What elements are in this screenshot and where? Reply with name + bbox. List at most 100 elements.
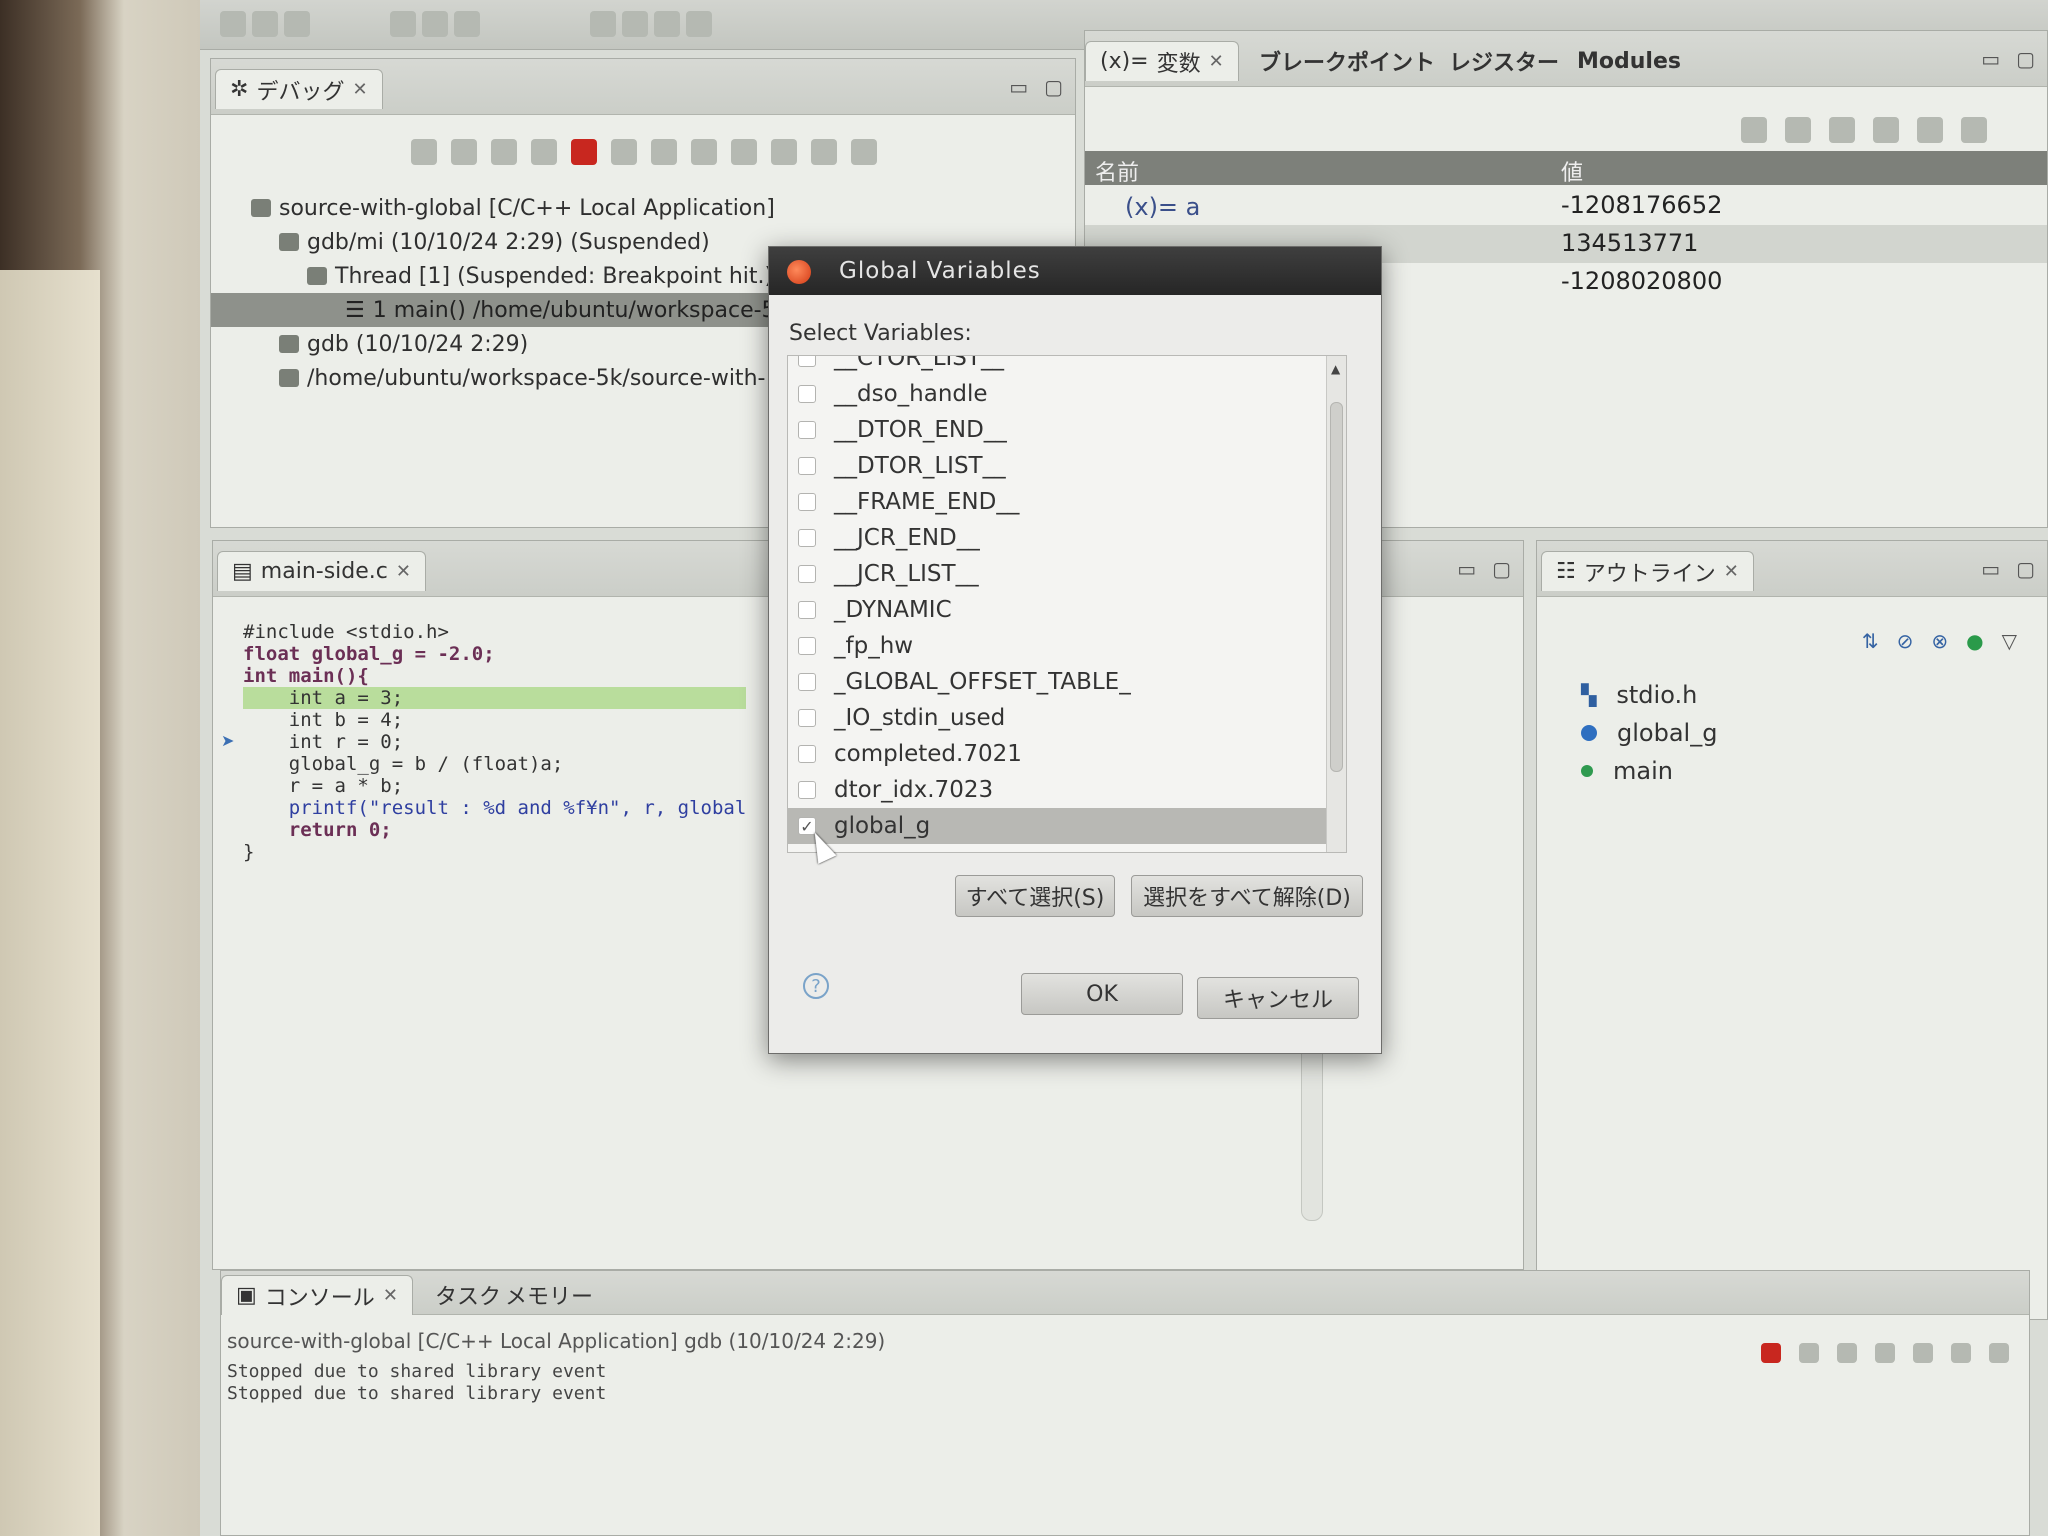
variable-row[interactable]: (x)= a -1208176652 [1085,187,2047,225]
show-logical-structure-icon[interactable] [1785,117,1811,143]
restart-icon[interactable] [451,139,477,165]
display-console-icon[interactable] [1951,1343,1971,1363]
scroll-up-icon[interactable]: ▲ [1331,362,1340,376]
suspend-icon[interactable] [531,139,557,165]
minimize-icon[interactable]: ▭ [1981,47,2000,71]
list-item[interactable]: _IO_stdin_used [788,700,1328,736]
checkbox[interactable] [798,529,816,547]
run-icon[interactable] [422,11,448,37]
column-name[interactable]: 名前 [1095,155,1139,187]
list-item[interactable]: __DTOR_LIST__ [788,448,1328,484]
annotation-icon[interactable] [686,11,712,37]
save-icon[interactable] [252,11,278,37]
step-over-icon[interactable] [691,139,717,165]
code-area[interactable]: #include <stdio.h> float global_g = -2.0;… [243,621,747,863]
checkbox[interactable] [798,673,816,691]
tab-debug[interactable]: ✲ デバッグ ✕ [215,69,383,109]
close-icon[interactable]: ✕ [396,561,411,582]
view-menu-icon[interactable]: ▽ [2002,629,2017,653]
new-icon[interactable] [220,11,246,37]
checkbox[interactable] [798,493,816,511]
step-into-icon[interactable] [651,139,677,165]
minimize-icon[interactable]: ▭ [1981,557,2000,581]
checkbox[interactable] [798,601,816,619]
remove-terminated-icon[interactable] [411,139,437,165]
close-icon[interactable]: ✕ [1724,561,1739,582]
terminate-icon[interactable] [1761,1343,1781,1363]
resume-icon[interactable] [491,139,517,165]
sort-icon[interactable]: ⇅ [1862,629,1879,653]
maximize-icon[interactable]: ▢ [1044,75,1063,99]
debug-icon[interactable] [390,11,416,37]
ok-button[interactable]: OK [1021,973,1183,1015]
minimize-icon[interactable]: ▭ [1457,557,1476,581]
checkbox[interactable] [798,565,816,583]
checkbox[interactable] [798,781,816,799]
list-item[interactable]: _fp_hw [788,628,1328,664]
list-item[interactable]: _GLOBAL_OFFSET_TABLE_ [788,664,1328,700]
checkbox[interactable] [798,385,816,403]
minimize-icon[interactable]: ▭ [1009,75,1028,99]
column-value[interactable]: 値 [1561,155,1583,187]
list-item[interactable]: _DYNAMIC [788,592,1328,628]
collapse-all-icon[interactable] [1829,117,1855,143]
variables-list[interactable]: __CTOR_LIST__ __dso_handle __DTOR_END__ … [787,355,1347,853]
hide-nonpublic-icon[interactable]: ● [1966,629,1983,653]
terminate-icon[interactable] [571,139,597,165]
remove-all-globals-icon[interactable] [1961,117,1987,143]
list-item[interactable]: __dso_handle [788,376,1328,412]
checkbox[interactable] [798,745,816,763]
list-item-selected[interactable]: ✓ global_g [788,808,1328,844]
tree-item-gdb-mi[interactable]: gdb/mi (10/10/24 2:29) (Suspended) [211,225,710,259]
scroll-thumb[interactable] [1330,402,1343,772]
close-icon[interactable]: ✕ [383,1285,398,1306]
instruction-stepping-icon[interactable] [771,139,797,165]
add-global-variables-icon[interactable] [1873,117,1899,143]
pin-console-icon[interactable] [1913,1343,1933,1363]
tab-outline[interactable]: ☷ アウトライン ✕ [1541,551,1754,591]
deselect-all-button[interactable]: 選択をすべて解除(D) [1131,875,1363,917]
pin-icon[interactable] [654,11,680,37]
list-item[interactable]: dtor_idx.7023 [788,772,1328,808]
disconnect-icon[interactable] [611,139,637,165]
open-console-icon[interactable] [1989,1343,2009,1363]
list-item[interactable]: __DTOR_END__ [788,412,1328,448]
scroll-lock-icon[interactable] [1875,1343,1895,1363]
checkbox[interactable] [798,637,816,655]
remove-launch-icon[interactable] [1799,1343,1819,1363]
checkbox[interactable] [798,457,816,475]
remove-global-icon[interactable] [1917,117,1943,143]
tab-main-side-c[interactable]: ▤ main-side.c ✕ [217,551,426,591]
checkbox[interactable] [798,421,816,439]
tree-item-executable[interactable]: /home/ubuntu/workspace-5k/source-with- [211,361,765,395]
clear-console-icon[interactable] [1837,1343,1857,1363]
list-item[interactable]: __JCR_LIST__ [788,556,1328,592]
maximize-icon[interactable]: ▢ [2016,557,2035,581]
step-return-icon[interactable] [731,139,757,165]
list-scrollbar[interactable]: ▲ [1326,356,1346,852]
outline-item-stdio-h[interactable]: ▚ stdio.h [1581,681,1697,709]
list-item[interactable]: __JCR_END__ [788,520,1328,556]
outline-item-main[interactable]: main [1581,757,1673,785]
tab-console[interactable]: ▣ コンソール ✕ [221,1275,413,1315]
open-type-icon[interactable] [590,11,616,37]
hide-fields-icon[interactable]: ⊘ [1897,629,1914,653]
close-icon[interactable]: ✕ [1209,51,1224,72]
print-icon[interactable] [284,11,310,37]
use-step-filters-icon[interactable] [851,139,877,165]
list-item[interactable]: __FRAME_END__ [788,484,1328,520]
tab-memory[interactable]: メモリー [491,1275,607,1315]
checkbox[interactable] [798,709,816,727]
tab-modules[interactable]: Modules [1563,41,1695,81]
tree-item-gdb[interactable]: gdb (10/10/24 2:29) [211,327,528,361]
list-item[interactable]: completed.7021 [788,736,1328,772]
tree-item-launch[interactable]: source-with-global [C/C++ Local Applicat… [211,191,775,225]
show-type-names-icon[interactable] [1741,117,1767,143]
help-icon[interactable]: ? [803,973,829,999]
tab-variables[interactable]: (x)= 変数 ✕ [1085,41,1239,81]
list-item[interactable]: __CTOR_LIST__ [788,356,1328,376]
maximize-icon[interactable]: ▢ [1492,557,1511,581]
close-icon[interactable]: ✕ [352,79,367,100]
tree-item-thread[interactable]: Thread [1] (Suspended: Breakpoint hit.) [211,259,773,293]
maximize-icon[interactable]: ▢ [2016,47,2035,71]
